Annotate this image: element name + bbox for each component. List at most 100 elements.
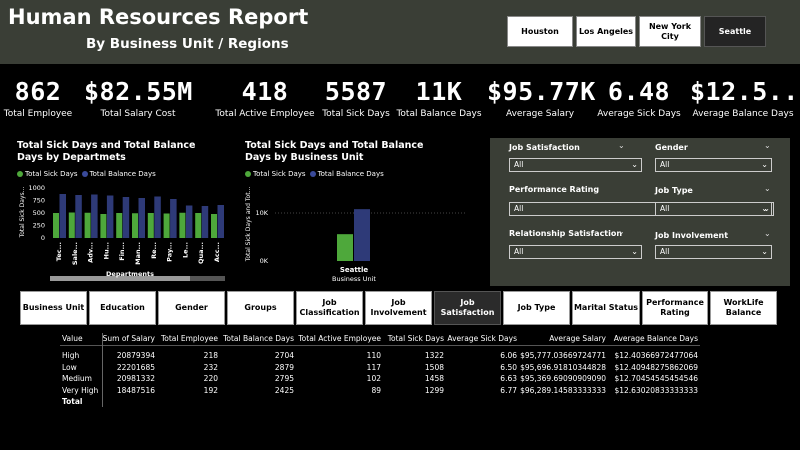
job-involvement-select[interactable]: All ⌄ xyxy=(655,245,772,259)
legend-item-balance: Total Balance Days xyxy=(81,170,156,178)
job-type-select[interactable]: All ⌄ xyxy=(655,202,772,216)
tab-gender[interactable]: Gender xyxy=(158,291,225,325)
report-title: Human Resources Report xyxy=(8,5,309,29)
x-tick-label: Fin... xyxy=(118,242,126,261)
dept-bar-chart[interactable]: Total Sick Days... 0 250 500 750 1000 Tec... Sa… xyxy=(10,180,240,290)
filter-label: Performance Rating xyxy=(509,185,600,194)
tab-groups[interactable]: Groups xyxy=(227,291,294,325)
row-header: Low xyxy=(62,362,77,372)
x-axis-title: Business Unit xyxy=(332,275,376,283)
city-button-seattle[interactable]: Seattle xyxy=(704,16,766,47)
x-tick-label: Qua... xyxy=(197,242,205,264)
x-tick-label: Seattle xyxy=(340,266,369,274)
y-axis-title: Total Sick Days and Tot... xyxy=(245,187,252,263)
tab-job-involvement[interactable]: Job Involvement xyxy=(365,291,432,325)
table-cell: 89 xyxy=(371,385,381,395)
kpi-label: Total Salary Cost xyxy=(100,109,176,119)
kpi-average-sick-days: 6.48 Average Sick Days xyxy=(594,76,684,120)
table-cell: 22201685 xyxy=(116,362,155,372)
bar-balance-days xyxy=(91,194,98,238)
table-cell: 18487516 xyxy=(116,385,155,395)
bar-balance-days xyxy=(138,198,145,238)
select-value: All xyxy=(514,160,524,169)
column-header: Average Balance Days xyxy=(613,334,698,343)
filter-panel: Job Satisfaction ⌄ All ⌄ Gender ⌄ All ⌄ Pe… xyxy=(490,138,790,286)
chevron-down-icon: ⌄ xyxy=(761,160,768,169)
column-header: Average Sick Days xyxy=(447,334,517,343)
y-tick-label: 0 xyxy=(41,234,45,242)
table-cell: 1508 xyxy=(424,362,444,372)
bar-sick-days xyxy=(337,234,353,261)
x-tick-label: Sale... xyxy=(71,242,79,265)
kpi-average-balance-days: $12.5... Average Balance Days xyxy=(690,76,800,120)
chevron-down-icon[interactable]: ⌄ xyxy=(764,184,771,193)
tab-job-satisfaction[interactable]: Job Satisfaction xyxy=(434,291,501,325)
bar-sick-days xyxy=(211,214,217,238)
kpi-value: 6.48 xyxy=(607,77,671,106)
table-cell: 117 xyxy=(366,362,381,372)
filter-label: Job Involvement xyxy=(655,231,729,240)
kpi-label: Total Balance Days xyxy=(396,109,482,119)
select-value: All xyxy=(514,204,524,213)
city-button-los-angeles[interactable]: Los Angeles xyxy=(576,16,636,47)
legend-label: Total Sick Days xyxy=(253,170,306,178)
bar-sick-days xyxy=(84,212,91,238)
dept-chart-legend: Total Sick Days Total Balance Days xyxy=(17,170,160,178)
tab-worklife-balance[interactable]: WorkLife Balance xyxy=(710,291,777,325)
x-tick-label: Le... xyxy=(181,242,189,258)
bar-balance-days xyxy=(185,205,193,238)
x-tick-label: Adv... xyxy=(87,242,95,263)
kpi-label: Average Sick Days xyxy=(597,109,681,119)
column-header: Total Balance Days xyxy=(223,334,294,343)
bar-sick-days xyxy=(179,212,186,238)
chevron-down-icon[interactable]: ⌄ xyxy=(618,227,625,236)
column-header: Total Active Employee xyxy=(298,334,381,343)
bu-bar-chart[interactable]: Total Sick Days and Tot... 0K 10K SeattleBu… xyxy=(240,180,480,290)
x-tick-label: Man... xyxy=(134,242,142,265)
tab-marital-status[interactable]: Marital Status xyxy=(572,291,640,325)
tab-performance-rating[interactable]: Performance Rating xyxy=(642,291,708,325)
city-button-houston[interactable]: Houston xyxy=(507,16,573,47)
y-tick-label: 1000 xyxy=(28,184,45,192)
filter-label: Job Satisfaction xyxy=(509,143,580,152)
filter-label: Relationship Satisfaction xyxy=(509,229,623,238)
job-satisfaction-select[interactable]: All ⌄ xyxy=(509,158,642,172)
relationship-satisfaction-select[interactable]: All ⌄ xyxy=(509,245,642,259)
bar-balance-days xyxy=(217,205,224,238)
legend-dot-icon xyxy=(245,171,251,177)
tab-education[interactable]: Education xyxy=(89,291,156,325)
tab-business-unit[interactable]: Business Unit xyxy=(20,291,87,325)
table-cell: 20879394 xyxy=(116,351,155,360)
bu-chart-legend: Total Sick Days Total Balance Days xyxy=(245,170,388,178)
column-header: Total Sick Days xyxy=(387,334,444,343)
table-cell: $12.40948275862069 xyxy=(614,362,698,372)
report-subtitle: By Business Unit / Regions xyxy=(86,36,289,52)
tab-job-classification[interactable]: Job Classification xyxy=(296,291,363,325)
y-tick-label: 750 xyxy=(33,197,45,205)
chevron-down-icon: ⌄ xyxy=(631,160,638,169)
total-row-label: Total xyxy=(62,397,83,406)
column-header: Average Salary xyxy=(549,334,606,343)
table-cell: 2879 xyxy=(274,362,294,372)
table-cell: 6.50 xyxy=(500,362,517,372)
x-tick-label: Hu... xyxy=(102,242,110,259)
bu-chart-title: Total Sick Days and Total Balance Days b… xyxy=(245,140,424,163)
legend-label: Total Balance Days xyxy=(89,170,156,178)
chevron-down-icon[interactable]: ⌄ xyxy=(764,141,771,150)
gender-select[interactable]: All ⌄ xyxy=(655,158,772,172)
x-tick-label: Re... xyxy=(150,242,158,259)
column-header: Sum of Salary xyxy=(102,334,155,343)
y-axis-title: Total Sick Days... xyxy=(19,187,26,239)
header-divider xyxy=(60,345,700,346)
city-button-new-york-city[interactable]: New York City xyxy=(639,16,701,47)
tab-job-type[interactable]: Job Type xyxy=(503,291,570,325)
chevron-down-icon[interactable]: ⌄ xyxy=(618,141,625,150)
table-cell: 2704 xyxy=(274,351,294,360)
row-header-divider xyxy=(102,333,103,407)
kpi-value: 5587 xyxy=(324,77,388,106)
chevron-down-icon[interactable]: ⌄ xyxy=(764,229,771,238)
y-tick-label: 250 xyxy=(33,222,45,230)
bar-sick-days xyxy=(195,213,202,238)
x-tick-label: Pay... xyxy=(166,242,174,262)
table-cell: $95,369.69090909090 xyxy=(520,374,606,383)
